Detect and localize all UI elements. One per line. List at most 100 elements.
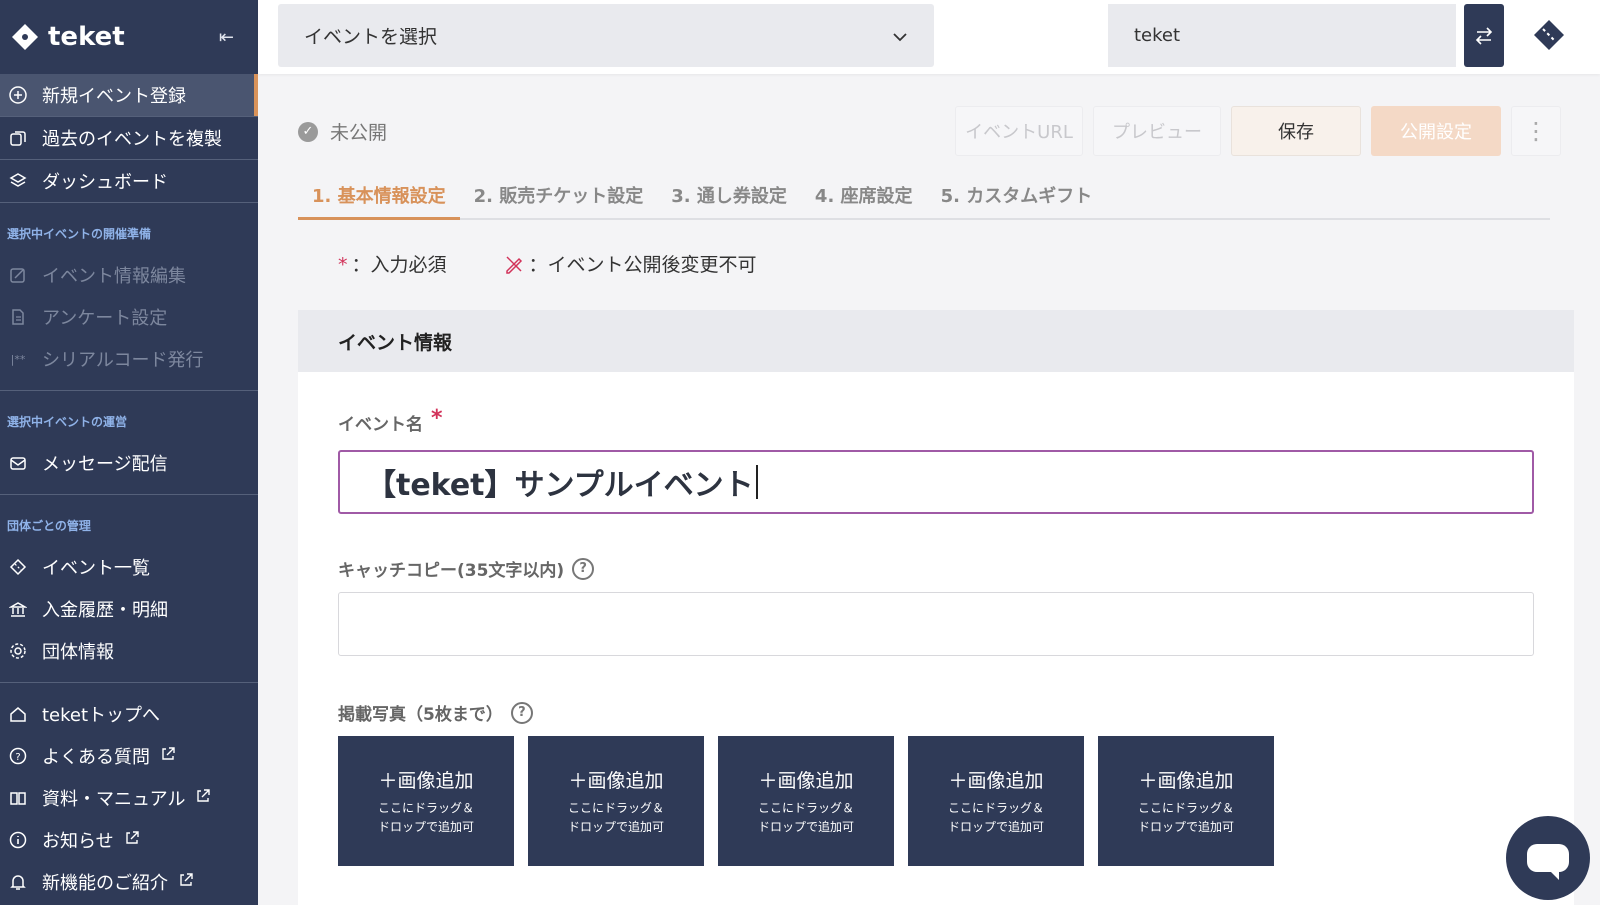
photo-slot-title: ＋画像追加 — [1138, 769, 1234, 792]
tab-basic-info[interactable]: 1. 基本情報設定 — [298, 170, 460, 220]
publish-status: ✓ 未公開 — [298, 118, 387, 145]
sidebar-item-duplicate[interactable]: 過去のイベントを複製 — [0, 117, 258, 159]
tab-tickets[interactable]: 2. 販売チケット設定 — [460, 170, 658, 218]
external-link-icon — [160, 746, 176, 767]
svg-text:?: ? — [15, 752, 20, 763]
photo-upload-slot[interactable]: ＋画像追加 ここにドラッグ＆ ドロップで追加可 — [718, 736, 894, 866]
chevron-down-icon — [892, 25, 908, 47]
photo-slot-hint: ここにドラッグ＆ — [567, 800, 664, 815]
switch-org-button[interactable] — [1464, 4, 1504, 67]
sidebar-item-label: お知らせ — [42, 831, 114, 852]
tab-seating[interactable]: 4. 座席設定 — [801, 170, 927, 218]
photo-slot-hint: ドロップで追加可 — [567, 819, 664, 834]
step-tabs: 1. 基本情報設定 2. 販売チケット設定 3. 通し券設定 4. 座席設定 5… — [298, 170, 1550, 220]
book-icon — [8, 788, 28, 808]
more-menu-icon[interactable]: ⋮ — [1511, 106, 1561, 156]
sidebar-item-faq[interactable]: ? よくある質問 — [0, 735, 258, 777]
sidebar-item-label: 資料・マニュアル — [42, 789, 186, 810]
legend-locked-text: ：イベント公開後変更不可 — [528, 254, 757, 276]
document-icon — [8, 307, 28, 327]
help-icon[interactable]: ? — [572, 557, 595, 580]
sidebar-item-news[interactable]: お知らせ — [0, 819, 258, 861]
tab-custom-gift[interactable]: 5. カスタムギフト — [927, 170, 1107, 218]
sidebar-item-label: イベント情報編集 — [42, 266, 186, 287]
home-icon — [8, 704, 28, 724]
sidebar-item-dashboard[interactable]: ダッシュボード — [0, 160, 258, 202]
sidebar-item-label: イベント一覧 — [42, 558, 150, 579]
photo-upload-slot[interactable]: ＋画像追加 ここにドラッグ＆ ドロップで追加可 — [908, 736, 1084, 866]
preview-button[interactable]: プレビュー — [1093, 106, 1221, 156]
gear-icon — [8, 641, 28, 661]
copy-icon — [8, 128, 28, 148]
photo-upload-slot[interactable]: ＋画像追加 ここにドラッグ＆ ドロップで追加可 — [528, 736, 704, 866]
chat-support-button[interactable] — [1506, 816, 1590, 900]
catch-copy-label-text: キャッチコピー(35文字以内) — [338, 561, 565, 581]
ticket-icon[interactable] — [1532, 18, 1566, 52]
sidebar-item-new-features[interactable]: 新機能のご紹介 — [0, 861, 258, 903]
sidebar-item-label: 新規イベント登録 — [42, 86, 186, 107]
section-label-ops: 選択中イベントの運営 — [7, 415, 128, 429]
bell-icon — [8, 872, 28, 892]
sidebar-item-label: 団体情報 — [42, 642, 114, 663]
sidebar-item-manual[interactable]: 資料・マニュアル — [0, 777, 258, 819]
photo-slot-hint: ここにドラッグ＆ — [377, 800, 474, 815]
photo-slot-title: ＋画像追加 — [948, 769, 1044, 792]
mail-icon — [8, 453, 28, 473]
sidebar-item-label: メッセージ配信 — [42, 454, 168, 475]
photos-label-text: 掲載写真（5枚まで） — [338, 705, 503, 725]
sidebar-item-label: teketトップへ — [42, 705, 161, 726]
section-label-org: 団体ごとの管理 — [7, 519, 91, 533]
tab-season-pass[interactable]: 3. 通し券設定 — [657, 170, 801, 218]
sidebar-item-label: シリアルコード発行 — [42, 350, 204, 371]
layers-icon — [8, 171, 28, 191]
external-link-icon — [178, 872, 194, 893]
section-label-prep: 選択中イベントの開催準備 — [7, 227, 152, 241]
sidebar-item-event-list[interactable]: イベント一覧 — [0, 546, 258, 588]
photo-slot-hint: ドロップで追加可 — [757, 819, 854, 834]
photo-slot-hint: ここにドラッグ＆ — [1137, 800, 1234, 815]
text-caret — [755, 465, 758, 499]
sidebar-item-serial: |** シリアルコード発行 — [0, 338, 258, 380]
event-url-button[interactable]: イベントURL — [955, 106, 1083, 156]
required-mark: * — [431, 406, 443, 431]
photo-slot-hint: ここにドラッグ＆ — [947, 800, 1044, 815]
collapse-sidebar-icon[interactable]: ⇤ — [219, 27, 234, 48]
photo-slot-hint: ドロップで追加可 — [947, 819, 1044, 834]
sidebar-item-payments[interactable]: 入金履歴・明細 — [0, 588, 258, 630]
sidebar-item-message[interactable]: メッセージ配信 — [0, 442, 258, 484]
sidebar-item-edit-event: イベント情報編集 — [0, 254, 258, 296]
swap-icon — [1475, 26, 1493, 45]
photo-upload-slot[interactable]: ＋画像追加 ここにドラッグ＆ ドロップで追加可 — [1098, 736, 1274, 866]
required-mark: * — [338, 254, 348, 276]
card-title: イベント情報 — [298, 310, 1574, 372]
photo-slot-title: ＋画像追加 — [568, 769, 664, 792]
publish-settings-button[interactable]: 公開設定 — [1371, 106, 1501, 156]
logo[interactable]: teket — [10, 22, 125, 52]
save-button[interactable]: 保存 — [1231, 106, 1361, 156]
event-select[interactable]: イベントを選択 — [278, 4, 934, 67]
photo-upload-slot[interactable]: ＋画像追加 ここにドラッグ＆ ドロップで追加可 — [338, 736, 514, 866]
sidebar-item-new-event[interactable]: 新規イベント登録 — [0, 74, 258, 116]
status-text: 未公開 — [330, 122, 388, 144]
sidebar-item-label: 新機能のご紹介 — [42, 873, 168, 894]
photo-slot-hint: ドロップで追加可 — [377, 819, 474, 834]
org-name-field[interactable]: teket — [1108, 4, 1456, 67]
logo-row: teket ⇤ — [0, 0, 258, 74]
plus-circle-icon — [8, 85, 28, 105]
sidebar-item-org-info[interactable]: 団体情報 — [0, 630, 258, 672]
photo-slots: ＋画像追加 ここにドラッグ＆ ドロップで追加可 ＋画像追加 ここにドラッグ＆ ド… — [338, 736, 1274, 866]
event-name-input[interactable]: 【teket】サンプルイベント — [338, 450, 1534, 514]
help-icon[interactable]: ? — [510, 701, 533, 724]
edit-icon — [8, 265, 28, 285]
check-circle-icon: ✓ — [298, 121, 318, 142]
sidebar-item-label: 入金履歴・明細 — [42, 600, 168, 621]
sidebar-item-teket-top[interactable]: teketトップへ — [0, 693, 258, 735]
question-icon: ? — [8, 746, 28, 766]
legend-required-text: ：入力必須 — [351, 254, 447, 276]
photo-slot-title: ＋画像追加 — [378, 769, 474, 792]
catch-copy-label: キャッチコピー(35文字以内) ? — [338, 556, 595, 581]
photo-slot-hint: ドロップで追加可 — [1137, 819, 1234, 834]
main-content: ✓ 未公開 イベントURL プレビュー 保存 公開設定 ⋮ 1. 基本情報設定 … — [258, 74, 1600, 905]
catch-copy-input[interactable] — [338, 592, 1534, 656]
